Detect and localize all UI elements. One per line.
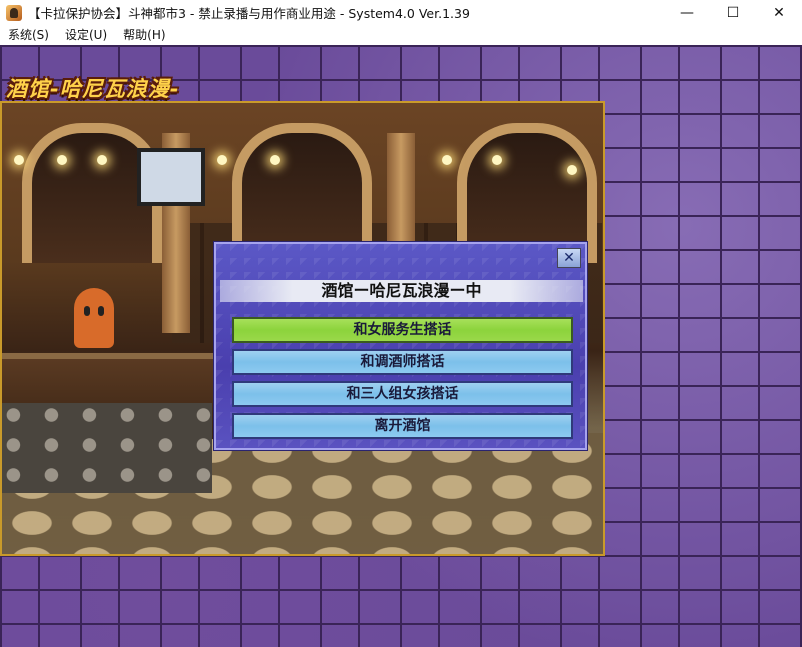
location-title: 酒馆-哈尼瓦浪漫- [6,77,180,101]
menu-bar: 系统(S) 设定(U) 帮助(H) [0,25,802,45]
counter-stone-base [2,403,212,493]
window-title: 【卡拉保护协会】斗神都市3 - 禁止录播与用作商业用途 - System4.0 … [28,6,470,21]
option-talk-trio-girls[interactable]: 和三人组女孩搭话 [232,381,573,407]
option-talk-waitress[interactable]: 和女服务生搭话 [232,317,573,343]
lamp [97,155,107,165]
close-window-button[interactable]: ✕ [756,0,802,25]
lamp [442,155,452,165]
window-titlebar: 【卡拉保护协会】斗神都市3 - 禁止录播与用作商业用途 - System4.0 … [0,0,802,26]
minimize-button[interactable]: — [664,0,710,25]
dialog-title: 酒馆ー哈尼瓦浪漫ー中 [220,280,583,302]
window-controls: — ☐ ✕ [664,0,802,25]
lamp [217,155,227,165]
lamp [14,155,24,165]
option-leave-tavern[interactable]: 离开酒馆 [232,413,573,439]
option-talk-bartender[interactable]: 和调酒师搭话 [232,349,573,375]
lamp [567,165,577,175]
choice-dialog: ✕ 酒馆ー哈尼瓦浪漫ー中 和女服务生搭话 和调酒师搭话 和三人组女孩搭话 离开酒… [214,242,587,450]
menu-system[interactable]: 系统(S) [0,25,57,45]
lamp [57,155,67,165]
maximize-button[interactable]: ☐ [710,0,756,25]
menu-help[interactable]: 帮助(H) [115,25,173,45]
lamp [492,155,502,165]
game-canvas: 酒馆-哈尼瓦浪漫- ✕ 酒馆ー哈尼瓦浪漫ー中 和女服务生搭话 和调酒师搭话 和三… [0,45,802,647]
lamp [270,155,280,165]
menu-settings[interactable]: 设定(U) [57,25,115,45]
robot-mascot [74,288,114,348]
tv-screen [137,148,205,206]
dialog-close-button[interactable]: ✕ [557,248,581,268]
app-icon [6,4,22,21]
